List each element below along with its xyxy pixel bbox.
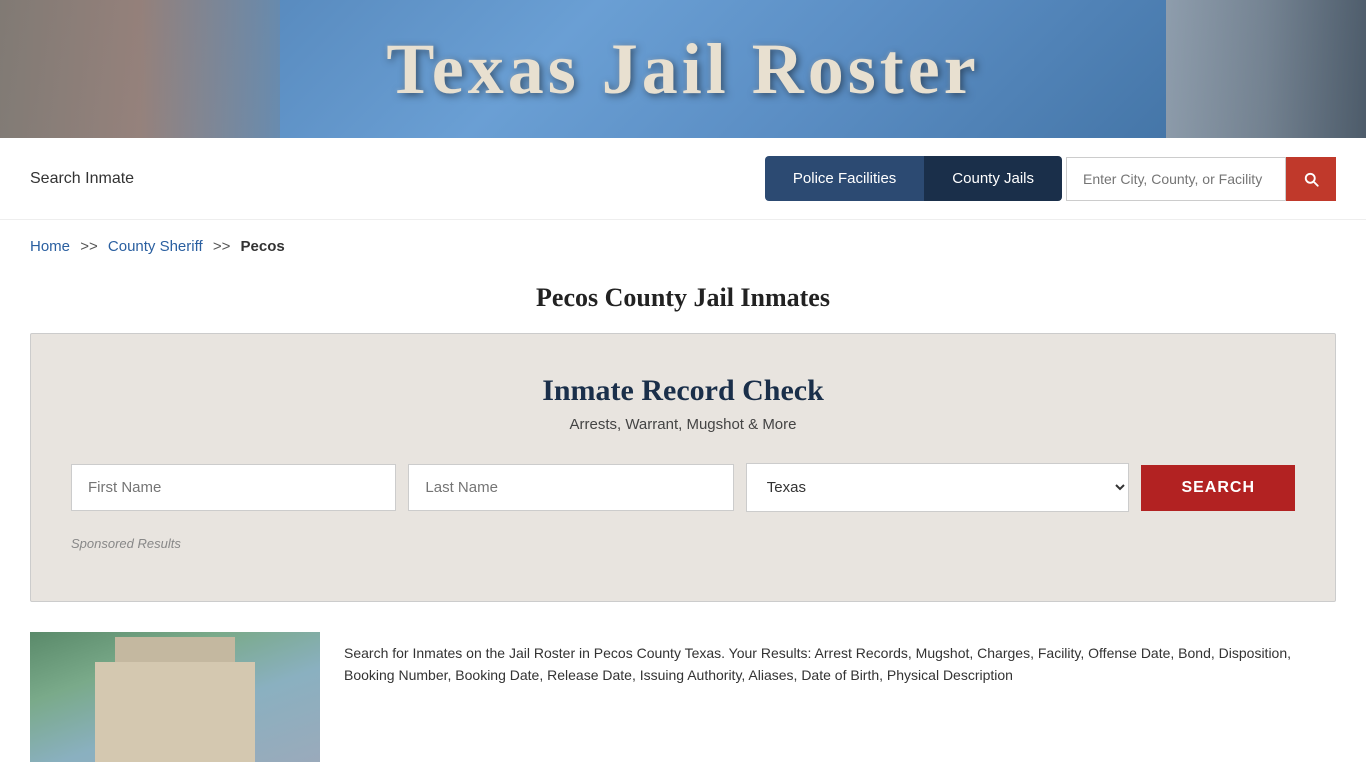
nav-bar: Search Inmate Police Facilities County J…	[0, 138, 1366, 220]
description-text: Search for Inmates on the Jail Roster in…	[320, 632, 1336, 762]
breadcrumb: Home >> County Sheriff >> Pecos	[0, 220, 1366, 273]
page-title: Pecos County Jail Inmates	[0, 283, 1366, 313]
page-title-wrap: Pecos County Jail Inmates	[0, 273, 1366, 333]
breadcrumb-current: Pecos	[241, 238, 285, 255]
search-icon	[1302, 170, 1320, 188]
facility-search-input[interactable]	[1066, 157, 1286, 201]
building-body	[95, 662, 255, 762]
header-banner: Texas Jail Roster	[0, 0, 1366, 138]
breadcrumb-home[interactable]: Home	[30, 238, 70, 255]
breadcrumb-county-sheriff[interactable]: County Sheriff	[108, 238, 203, 255]
site-title: Texas Jail Roster	[386, 28, 979, 111]
search-inmate-label: Search Inmate	[30, 170, 765, 188]
bottom-section: Search for Inmates on the Jail Roster in…	[0, 632, 1366, 762]
building-image	[30, 632, 320, 762]
county-jails-button[interactable]: County Jails	[924, 156, 1062, 201]
sponsored-label: Sponsored Results	[71, 536, 1295, 551]
breadcrumb-sep2: >>	[213, 238, 231, 255]
last-name-input[interactable]	[408, 464, 733, 511]
state-select[interactable]: AlabamaAlaskaArizonaArkansasCaliforniaCo…	[746, 463, 1130, 512]
nav-buttons: Police Facilities County Jails	[765, 156, 1062, 201]
facility-search-button[interactable]	[1286, 157, 1336, 201]
breadcrumb-sep1: >>	[80, 238, 98, 255]
inmate-check-subtitle: Arrests, Warrant, Mugshot & More	[71, 416, 1295, 433]
inmate-check-box: Inmate Record Check Arrests, Warrant, Mu…	[30, 333, 1336, 602]
first-name-input[interactable]	[71, 464, 396, 511]
inmate-check-title: Inmate Record Check	[71, 374, 1295, 408]
facility-search-wrap	[1066, 157, 1336, 201]
police-facilities-button[interactable]: Police Facilities	[765, 156, 924, 201]
keys-image	[1166, 0, 1366, 138]
inmate-search-form: AlabamaAlaskaArizonaArkansasCaliforniaCo…	[71, 463, 1295, 512]
capitol-image	[0, 0, 280, 138]
inmate-search-button[interactable]: SEARCH	[1141, 465, 1295, 511]
